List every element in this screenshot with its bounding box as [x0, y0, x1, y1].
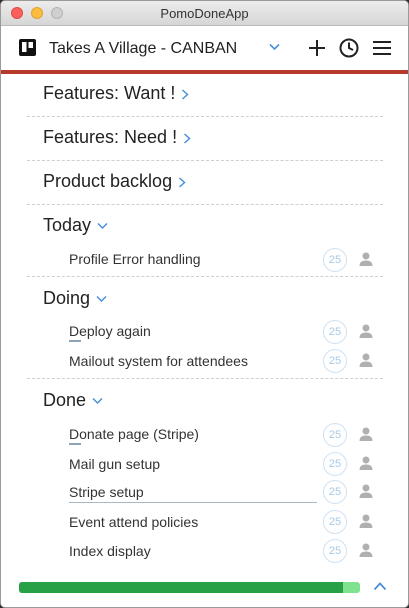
pomodoro-count-badge[interactable]: 25 — [323, 510, 347, 534]
group-title: Today — [43, 215, 92, 235]
group-title: Product backlog — [43, 171, 173, 191]
task-title[interactable]: Mailout system for attendees — [69, 353, 248, 369]
toolbar: Takes A Village - CANBAN — [1, 26, 408, 74]
board-selector[interactable]: Takes A Village - CANBAN — [49, 40, 237, 58]
task-progress-mark — [69, 502, 317, 503]
group-title: Doing — [43, 288, 91, 308]
pomodoro-count-badge[interactable]: 25 — [323, 248, 347, 272]
person-icon[interactable] — [358, 542, 374, 558]
pomodoro-count-badge[interactable]: 25 — [323, 349, 347, 373]
group-header-done[interactable]: Done — [43, 390, 103, 411]
chevron-down-icon — [97, 223, 108, 230]
pomodoro-count-badge[interactable]: 25 — [323, 539, 347, 563]
task-progress-mark — [69, 443, 81, 445]
task-title[interactable]: Profile Error handling — [69, 251, 201, 267]
chevron-up-icon[interactable] — [373, 581, 387, 591]
window-title: PomoDoneApp — [160, 6, 249, 21]
person-icon[interactable] — [358, 513, 374, 529]
group-header-features-need[interactable]: Features: Need ! — [43, 127, 191, 148]
task-title[interactable]: Index display — [69, 543, 151, 559]
person-icon[interactable] — [358, 455, 374, 471]
person-icon[interactable] — [358, 323, 374, 339]
add-task-button[interactable] — [306, 37, 328, 59]
app-window: PomoDoneApp Takes A Village - CANBAN Fea… — [0, 0, 409, 608]
task-title[interactable]: Donate page (Stripe) — [69, 426, 199, 442]
person-icon[interactable] — [358, 483, 374, 499]
person-icon[interactable] — [358, 426, 374, 442]
task-title[interactable]: Event attend policies — [69, 514, 198, 530]
group-header-doing[interactable]: Doing — [43, 288, 107, 309]
pomodoro-count-badge[interactable]: 25 — [323, 423, 347, 447]
person-icon[interactable] — [358, 251, 374, 267]
group-title: Done — [43, 390, 87, 410]
daily-progress-bar — [19, 582, 360, 593]
pomodoro-count-badge[interactable]: 25 — [323, 452, 347, 476]
task-title[interactable]: Deploy again — [69, 323, 151, 339]
task-list: Features: Want ! Features: Need ! Produc… — [1, 74, 408, 569]
person-icon[interactable] — [358, 352, 374, 368]
chevron-right-icon — [184, 133, 191, 144]
chevron-down-icon — [92, 398, 103, 405]
trello-board-icon[interactable] — [19, 39, 36, 56]
task-title[interactable]: Stripe setup — [69, 484, 144, 500]
task-title[interactable]: Mail gun setup — [69, 456, 160, 472]
chevron-down-icon — [96, 296, 107, 303]
group-title: Features: Want ! — [43, 83, 176, 103]
history-clock-button[interactable] — [338, 37, 360, 59]
progress-fill — [19, 582, 343, 593]
group-title: Features: Need ! — [43, 127, 178, 147]
title-bar: PomoDoneApp — [1, 1, 408, 26]
chevron-down-icon[interactable] — [269, 43, 280, 51]
footer-bar — [1, 569, 408, 607]
pomodoro-count-badge[interactable]: 25 — [323, 480, 347, 504]
group-header-today[interactable]: Today — [43, 215, 108, 236]
pomodoro-count-badge[interactable]: 25 — [323, 320, 347, 344]
chevron-right-icon — [182, 89, 190, 100]
group-header-product-backlog[interactable]: Product backlog — [43, 171, 186, 192]
chevron-right-icon — [179, 177, 186, 188]
hamburger-menu-button[interactable] — [371, 37, 393, 59]
task-progress-mark — [69, 340, 81, 342]
group-header-features-want[interactable]: Features: Want ! — [43, 83, 190, 104]
